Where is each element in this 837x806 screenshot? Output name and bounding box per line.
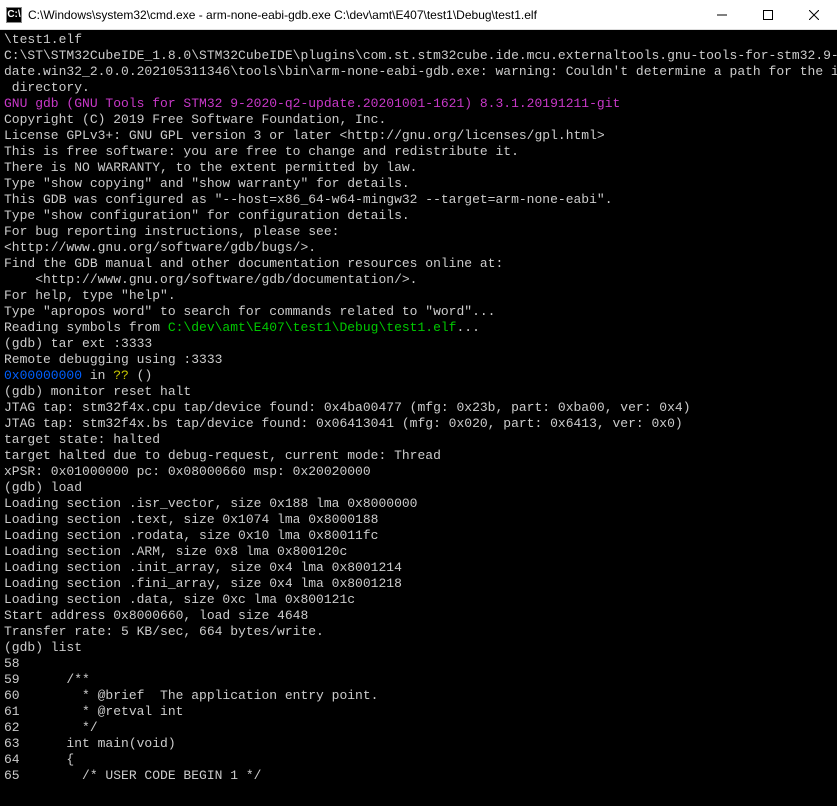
terminal-line: (gdb) load: [4, 480, 833, 496]
terminal-line: 63 int main(void): [4, 736, 833, 752]
terminal-line: 59 /**: [4, 672, 833, 688]
terminal-line: (gdb) list: [4, 640, 833, 656]
terminal-line: Loading section .isr_vector, size 0x188 …: [4, 496, 833, 512]
terminal-line: 61 * @retval int: [4, 704, 833, 720]
terminal-line: Loading section .text, size 0x1074 lma 0…: [4, 512, 833, 528]
terminal-line: Remote debugging using :3333: [4, 352, 833, 368]
terminal-output[interactable]: \test1.elfC:\ST\STM32CubeIDE_1.8.0\STM32…: [0, 30, 837, 806]
terminal-line: Transfer rate: 5 KB/sec, 664 bytes/write…: [4, 624, 833, 640]
terminal-line: \test1.elf: [4, 32, 833, 48]
terminal-line: Find the GDB manual and other documentat…: [4, 256, 833, 272]
terminal-line: (gdb) tar ext :3333: [4, 336, 833, 352]
terminal-line: date.win32_2.0.0.202105311346\tools\bin\…: [4, 64, 833, 80]
terminal-line: Copyright (C) 2019 Free Software Foundat…: [4, 112, 833, 128]
terminal-line: Type "apropos word" to search for comman…: [4, 304, 833, 320]
terminal-line: 0x00000000 in ?? (): [4, 368, 833, 384]
terminal-line: (gdb) monitor reset halt: [4, 384, 833, 400]
terminal-segment: ...: [456, 320, 479, 335]
terminal-line: Loading section .init_array, size 0x4 lm…: [4, 560, 833, 576]
terminal-line: This is free software: you are free to c…: [4, 144, 833, 160]
terminal-line: There is NO WARRANTY, to the extent perm…: [4, 160, 833, 176]
terminal-line: C:\ST\STM32CubeIDE_1.8.0\STM32CubeIDE\pl…: [4, 48, 833, 64]
terminal-line: target halted due to debug-request, curr…: [4, 448, 833, 464]
terminal-line: Start address 0x8000660, load size 4648: [4, 608, 833, 624]
terminal-line: This GDB was configured as "--host=x86_6…: [4, 192, 833, 208]
terminal-line: xPSR: 0x01000000 pc: 0x08000660 msp: 0x2…: [4, 464, 833, 480]
terminal-line: Type "show configuration" for configurat…: [4, 208, 833, 224]
terminal-line: <http://www.gnu.org/software/gdb/documen…: [4, 272, 833, 288]
terminal-line: Reading symbols from C:\dev\amt\E407\tes…: [4, 320, 833, 336]
terminal-segment: (): [129, 368, 152, 383]
terminal-segment: ??: [113, 368, 129, 383]
terminal-segment: C:\dev\amt\E407\test1\Debug\test1.elf: [168, 320, 457, 335]
terminal-line: 65 /* USER CODE BEGIN 1 */: [4, 768, 833, 784]
terminal-line: Loading section .data, size 0xc lma 0x80…: [4, 592, 833, 608]
close-button[interactable]: [791, 0, 837, 29]
terminal-segment: Reading symbols from: [4, 320, 168, 335]
terminal-line: Loading section .rodata, size 0x10 lma 0…: [4, 528, 833, 544]
terminal-line: JTAG tap: stm32f4x.bs tap/device found: …: [4, 416, 833, 432]
terminal-line: 62 */: [4, 720, 833, 736]
minimize-button[interactable]: [699, 0, 745, 29]
terminal-line: <http://www.gnu.org/software/gdb/bugs/>.: [4, 240, 833, 256]
terminal-line: 58: [4, 656, 833, 672]
terminal-line: target state: halted: [4, 432, 833, 448]
maximize-button[interactable]: [745, 0, 791, 29]
window-titlebar: C:\ C:\Windows\system32\cmd.exe - arm-no…: [0, 0, 837, 30]
terminal-line: For bug reporting instructions, please s…: [4, 224, 833, 240]
terminal-line: Loading section .fini_array, size 0x4 lm…: [4, 576, 833, 592]
cmd-icon: C:\: [6, 7, 22, 23]
window-title: C:\Windows\system32\cmd.exe - arm-none-e…: [28, 8, 699, 22]
terminal-line: 60 * @brief The application entry point.: [4, 688, 833, 704]
terminal-line: License GPLv3+: GNU GPL version 3 or lat…: [4, 128, 833, 144]
terminal-segment: in: [82, 368, 113, 383]
terminal-line: Type "show copying" and "show warranty" …: [4, 176, 833, 192]
terminal-segment: 0x00000000: [4, 368, 82, 383]
terminal-line: 64 {: [4, 752, 833, 768]
terminal-line: GNU gdb (GNU Tools for STM32 9-2020-q2-u…: [4, 96, 833, 112]
window-controls: [699, 0, 837, 29]
terminal-line: JTAG tap: stm32f4x.cpu tap/device found:…: [4, 400, 833, 416]
terminal-line: directory.: [4, 80, 833, 96]
terminal-line: Loading section .ARM, size 0x8 lma 0x800…: [4, 544, 833, 560]
terminal-line: For help, type "help".: [4, 288, 833, 304]
